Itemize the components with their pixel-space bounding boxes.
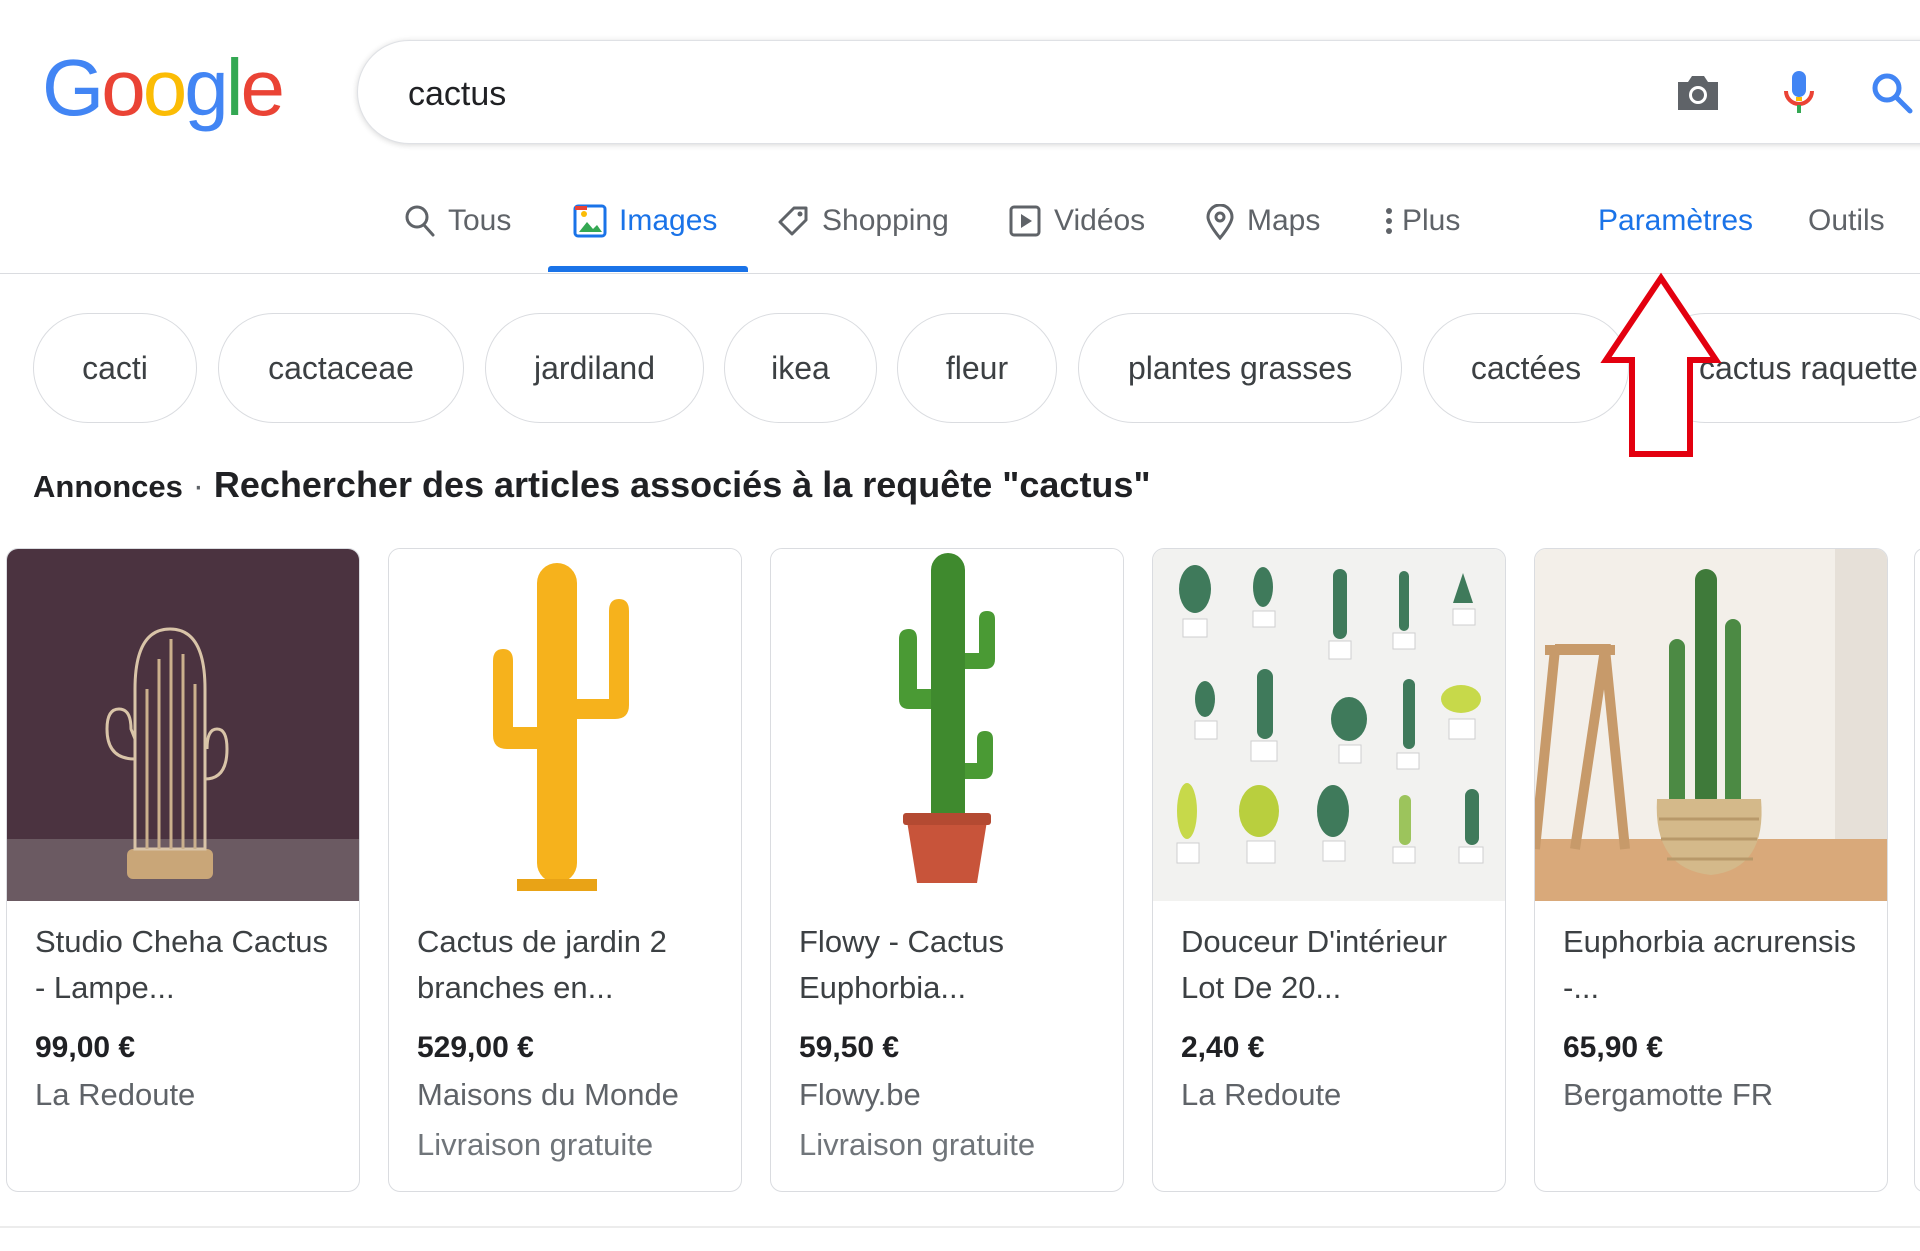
related-chip[interactable]: cactaceae xyxy=(218,313,464,423)
tab-label: Shopping xyxy=(822,204,949,237)
product-store: Bergamotte FR xyxy=(1563,1077,1774,1112)
play-icon xyxy=(1008,204,1042,238)
settings-label: Paramètres xyxy=(1598,204,1754,237)
related-chip[interactable]: fleur xyxy=(897,313,1057,423)
tab-maps[interactable]: Maps xyxy=(1205,190,1320,274)
product-image-euphorbia-pot xyxy=(771,549,1123,901)
product-image-garden-cactus xyxy=(389,549,741,901)
product-card[interactable]: Douceur D'intérieur Lot De 20... 2,40 € … xyxy=(1152,548,1506,1192)
product-store: La Redoute xyxy=(35,1077,196,1112)
product-image-euphorbia-basket xyxy=(1535,549,1887,901)
tools-label: Outils xyxy=(1808,204,1885,237)
tab-label: Plus xyxy=(1402,204,1461,237)
tab-shopping[interactable]: Shopping xyxy=(776,190,949,274)
section-divider xyxy=(0,1226,1920,1228)
logo-letter: e xyxy=(240,43,285,132)
product-name: Euphorbia acrurensis -... xyxy=(1563,924,1856,1005)
product-store: Maisons du Monde xyxy=(417,1077,679,1112)
tab-label: Tous xyxy=(448,204,512,237)
google-logo[interactable]: Google xyxy=(42,43,285,132)
search-tabs: Tous Images Shopping Vidéos Maps Plus Pa… xyxy=(0,190,1920,274)
product-price: 59,50 € xyxy=(799,1031,900,1064)
product-price: 2,40 € xyxy=(1181,1031,1265,1064)
search-input[interactable] xyxy=(406,69,1410,119)
tab-label: Images xyxy=(619,204,718,237)
related-chip[interactable]: plantes grasses xyxy=(1078,313,1402,423)
tools-link[interactable]: Outils xyxy=(1808,190,1885,274)
product-card[interactable]: Cactus de jardin 2 branches en... 529,00… xyxy=(388,548,742,1192)
product-card[interactable]: Studio Cheha Cactus - Lampe... 99,00 € L… xyxy=(6,548,360,1192)
ads-label: Annonces xyxy=(33,469,183,504)
product-name: Flowy - Cactus Euphorbia... xyxy=(799,924,1004,1005)
ads-title: Rechercher des articles associés à la re… xyxy=(213,464,1151,505)
tab-images[interactable]: Images xyxy=(573,190,717,274)
related-chip[interactable]: ikea xyxy=(724,313,877,423)
product-price: 529,00 € xyxy=(417,1031,534,1064)
product-name: Cactus de jardin 2 branches en... xyxy=(417,924,667,1005)
related-chip[interactable]: jardiland xyxy=(485,313,704,423)
ads-heading: Annonces · Rechercher des articles associé… xyxy=(33,464,1151,506)
product-name: Douceur D'intérieur Lot De 20... xyxy=(1181,924,1448,1005)
product-card-partial[interactable] xyxy=(1914,548,1920,1192)
search-icon xyxy=(404,204,436,238)
product-shipping: Livraison gratuite xyxy=(417,1127,654,1162)
product-store: Flowy.be xyxy=(799,1077,921,1112)
tag-icon xyxy=(776,204,810,238)
tab-tous[interactable]: Tous xyxy=(404,190,511,274)
logo-letter: G xyxy=(42,43,104,132)
product-card[interactable]: Euphorbia acrurensis -... 65,90 € Bergam… xyxy=(1534,548,1888,1192)
product-card[interactable]: Flowy - Cactus Euphorbia... 59,50 € Flow… xyxy=(770,548,1124,1192)
product-name: Studio Cheha Cactus - Lampe... xyxy=(35,924,328,1005)
related-chip[interactable]: cacti xyxy=(33,313,197,423)
product-store: La Redoute xyxy=(1181,1077,1342,1112)
search-bar xyxy=(357,40,1920,144)
tab-label: Vidéos xyxy=(1054,204,1146,237)
tab-plus[interactable]: Plus xyxy=(1384,190,1460,274)
map-pin-icon xyxy=(1205,204,1235,240)
active-tab-indicator xyxy=(548,266,748,272)
annotation-arrow-icon xyxy=(1600,272,1722,457)
product-price: 99,00 € xyxy=(35,1031,136,1064)
logo-letter: o xyxy=(142,43,187,132)
microphone-icon[interactable] xyxy=(1771,65,1827,121)
more-vert-icon xyxy=(1384,204,1394,238)
camera-icon[interactable] xyxy=(1670,65,1726,121)
product-price: 65,90 € xyxy=(1563,1031,1664,1064)
product-image-cactus-stickers xyxy=(1153,549,1505,901)
product-shipping: Livraison gratuite xyxy=(799,1127,1036,1162)
logo-letter: g xyxy=(184,43,228,132)
tab-videos[interactable]: Vidéos xyxy=(1008,190,1145,274)
product-image-cactus-lamp xyxy=(7,549,359,901)
logo-letter: o xyxy=(101,43,145,132)
tab-label: Maps xyxy=(1247,204,1321,237)
search-icon[interactable] xyxy=(1864,65,1920,121)
logo-letter: l xyxy=(225,43,244,132)
ads-separator: · xyxy=(192,467,204,504)
settings-link[interactable]: Paramètres xyxy=(1598,190,1753,274)
image-icon xyxy=(573,204,607,238)
